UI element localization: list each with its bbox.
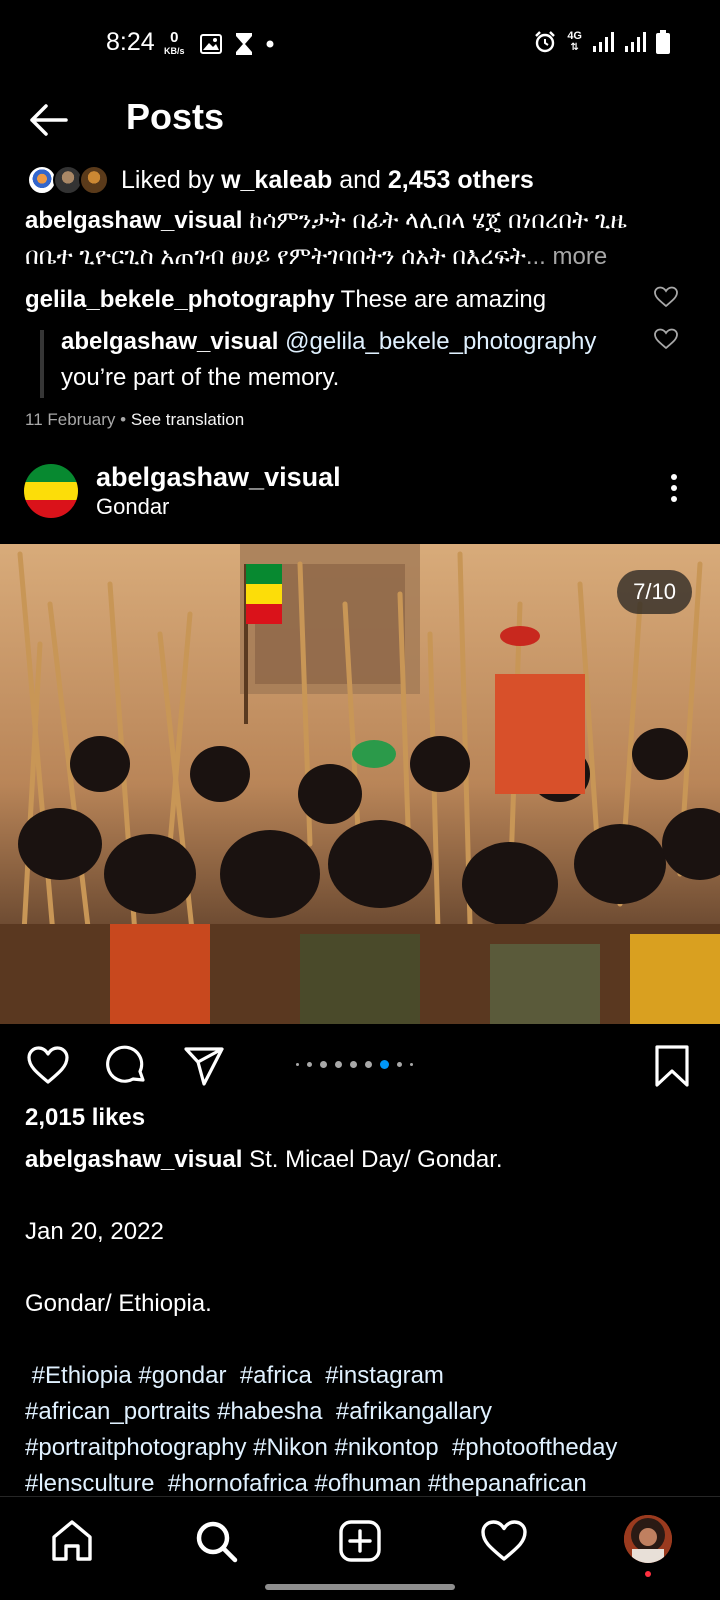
flag-stripe-red bbox=[24, 499, 78, 518]
hashtags-line[interactable]: #portraitphotography #Nikon #nikontop #p… bbox=[25, 1430, 705, 1466]
likes-count[interactable]: 2,015 likes bbox=[25, 1104, 145, 1132]
gallery-icon bbox=[200, 34, 222, 54]
liker-avatars bbox=[25, 163, 111, 197]
carousel-dot bbox=[410, 1062, 413, 1066]
battery-icon bbox=[656, 30, 670, 54]
reply-text: you’re part of the memory. bbox=[61, 364, 340, 391]
comment-like-heart-icon[interactable] bbox=[654, 286, 678, 308]
more-options-icon[interactable] bbox=[670, 474, 678, 506]
crowd-photo bbox=[0, 544, 720, 1024]
signal-icon bbox=[593, 32, 614, 52]
share-send-icon[interactable] bbox=[182, 1044, 226, 1088]
post-meta: 11 February • See translation bbox=[25, 410, 245, 429]
flag-stripe-yellow bbox=[24, 481, 78, 500]
carousel-dot bbox=[335, 1060, 342, 1068]
network-type: 4G ⇅ bbox=[567, 30, 582, 54]
comment-username[interactable]: gelila_bekele_photography bbox=[25, 286, 334, 313]
post-image[interactable]: 7/10 bbox=[0, 544, 720, 1024]
status-time: 8:24 bbox=[106, 28, 155, 56]
liked-by-others[interactable]: 2,453 others bbox=[388, 166, 534, 194]
alarm-icon bbox=[535, 31, 556, 53]
search-icon[interactable] bbox=[192, 1517, 240, 1565]
add-post-icon[interactable] bbox=[336, 1517, 384, 1565]
carousel-dot bbox=[350, 1060, 357, 1068]
profile-notification-dot bbox=[645, 1571, 651, 1577]
reply-username[interactable]: abelgashaw_visual bbox=[61, 328, 278, 355]
profile-photo bbox=[624, 1515, 672, 1563]
carousel-dot bbox=[296, 1062, 299, 1066]
liked-by-user[interactable]: w_kaleab bbox=[221, 166, 332, 194]
liker-avatar bbox=[79, 165, 109, 195]
data-rate-unit: KB/s bbox=[164, 46, 185, 56]
hashtags-line[interactable]: #Ethiopia #gondar #africa #instagram bbox=[25, 1358, 705, 1394]
hashtags-line[interactable]: #african_portraits #habesha #afrikangall… bbox=[25, 1394, 705, 1430]
liked-by-row[interactable]: Liked by w_kaleab and 2,453 others bbox=[25, 162, 534, 198]
carousel-dot bbox=[307, 1061, 312, 1067]
post-header: abelgashaw_visual Gondar bbox=[0, 460, 720, 530]
comment-icon[interactable] bbox=[104, 1044, 148, 1088]
comment-text: These are amazing bbox=[340, 286, 547, 313]
image-counter-badge: 7/10 bbox=[617, 570, 692, 614]
carousel-dot-active bbox=[380, 1059, 389, 1069]
comment-row: gelila_bekele_photography These are amaz… bbox=[25, 282, 665, 318]
reply-like-heart-icon[interactable] bbox=[654, 328, 678, 350]
data-rate-indicator: 0 KB/s bbox=[164, 29, 185, 57]
previous-post-caption: abelgashaw_visual ከሳምንታት በፊት ላሊበላ ሄጄ በነበ… bbox=[25, 203, 675, 275]
post-caption: abelgashaw_visual St. Micael Day/ Gondar… bbox=[25, 1142, 705, 1502]
carousel-dots bbox=[296, 1058, 413, 1070]
notification-dot-icon bbox=[266, 40, 274, 48]
post-date: 11 February bbox=[25, 410, 116, 429]
data-rate-value: 0 bbox=[170, 29, 179, 46]
flag-stripe-green bbox=[24, 464, 78, 482]
caption-place: Gondar/ Ethiopia. bbox=[25, 1290, 212, 1317]
reply-mention[interactable]: @gelila_bekele_photography bbox=[285, 328, 596, 355]
carousel-dot bbox=[320, 1060, 327, 1068]
signal-icon-sim2 bbox=[625, 32, 646, 52]
page-title: Posts bbox=[126, 96, 225, 137]
see-translation-link[interactable]: See translation bbox=[131, 410, 244, 429]
liked-by-and: and bbox=[339, 165, 381, 194]
home-icon[interactable] bbox=[48, 1517, 96, 1565]
caption-more-link[interactable]: ... more bbox=[526, 243, 607, 270]
save-bookmark-icon[interactable] bbox=[650, 1044, 694, 1088]
caption-date: Jan 20, 2022 bbox=[25, 1218, 164, 1245]
status-bar: 8:24 0 KB/s 4G ⇅ bbox=[0, 0, 720, 90]
top-header: Posts bbox=[0, 90, 720, 146]
gesture-navigation-bar[interactable] bbox=[265, 1584, 455, 1590]
like-heart-icon[interactable] bbox=[26, 1044, 70, 1088]
caption-line: St. Micael Day/ Gondar. bbox=[249, 1146, 503, 1173]
reply-thread-line bbox=[40, 330, 44, 398]
carousel-dot bbox=[365, 1060, 372, 1068]
liked-by-prefix: Liked by bbox=[121, 165, 215, 194]
carousel-dot bbox=[397, 1061, 402, 1067]
caption-username[interactable]: abelgashaw_visual bbox=[25, 1146, 242, 1173]
hourglass-icon bbox=[236, 33, 252, 55]
reply-row: abelgashaw_visual @gelila_bekele_photogr… bbox=[61, 324, 641, 396]
post-username[interactable]: abelgashaw_visual bbox=[96, 462, 341, 493]
liked-by-text: Liked by w_kaleab and 2,453 others bbox=[121, 166, 534, 195]
post-location[interactable]: Gondar bbox=[96, 494, 169, 520]
profile-avatar[interactable] bbox=[624, 1515, 672, 1563]
back-arrow-icon[interactable] bbox=[26, 98, 70, 142]
caption-username[interactable]: abelgashaw_visual bbox=[25, 207, 242, 234]
activity-heart-icon[interactable] bbox=[480, 1517, 528, 1565]
post-author-avatar[interactable] bbox=[24, 464, 78, 518]
post-action-bar bbox=[0, 1040, 720, 1090]
